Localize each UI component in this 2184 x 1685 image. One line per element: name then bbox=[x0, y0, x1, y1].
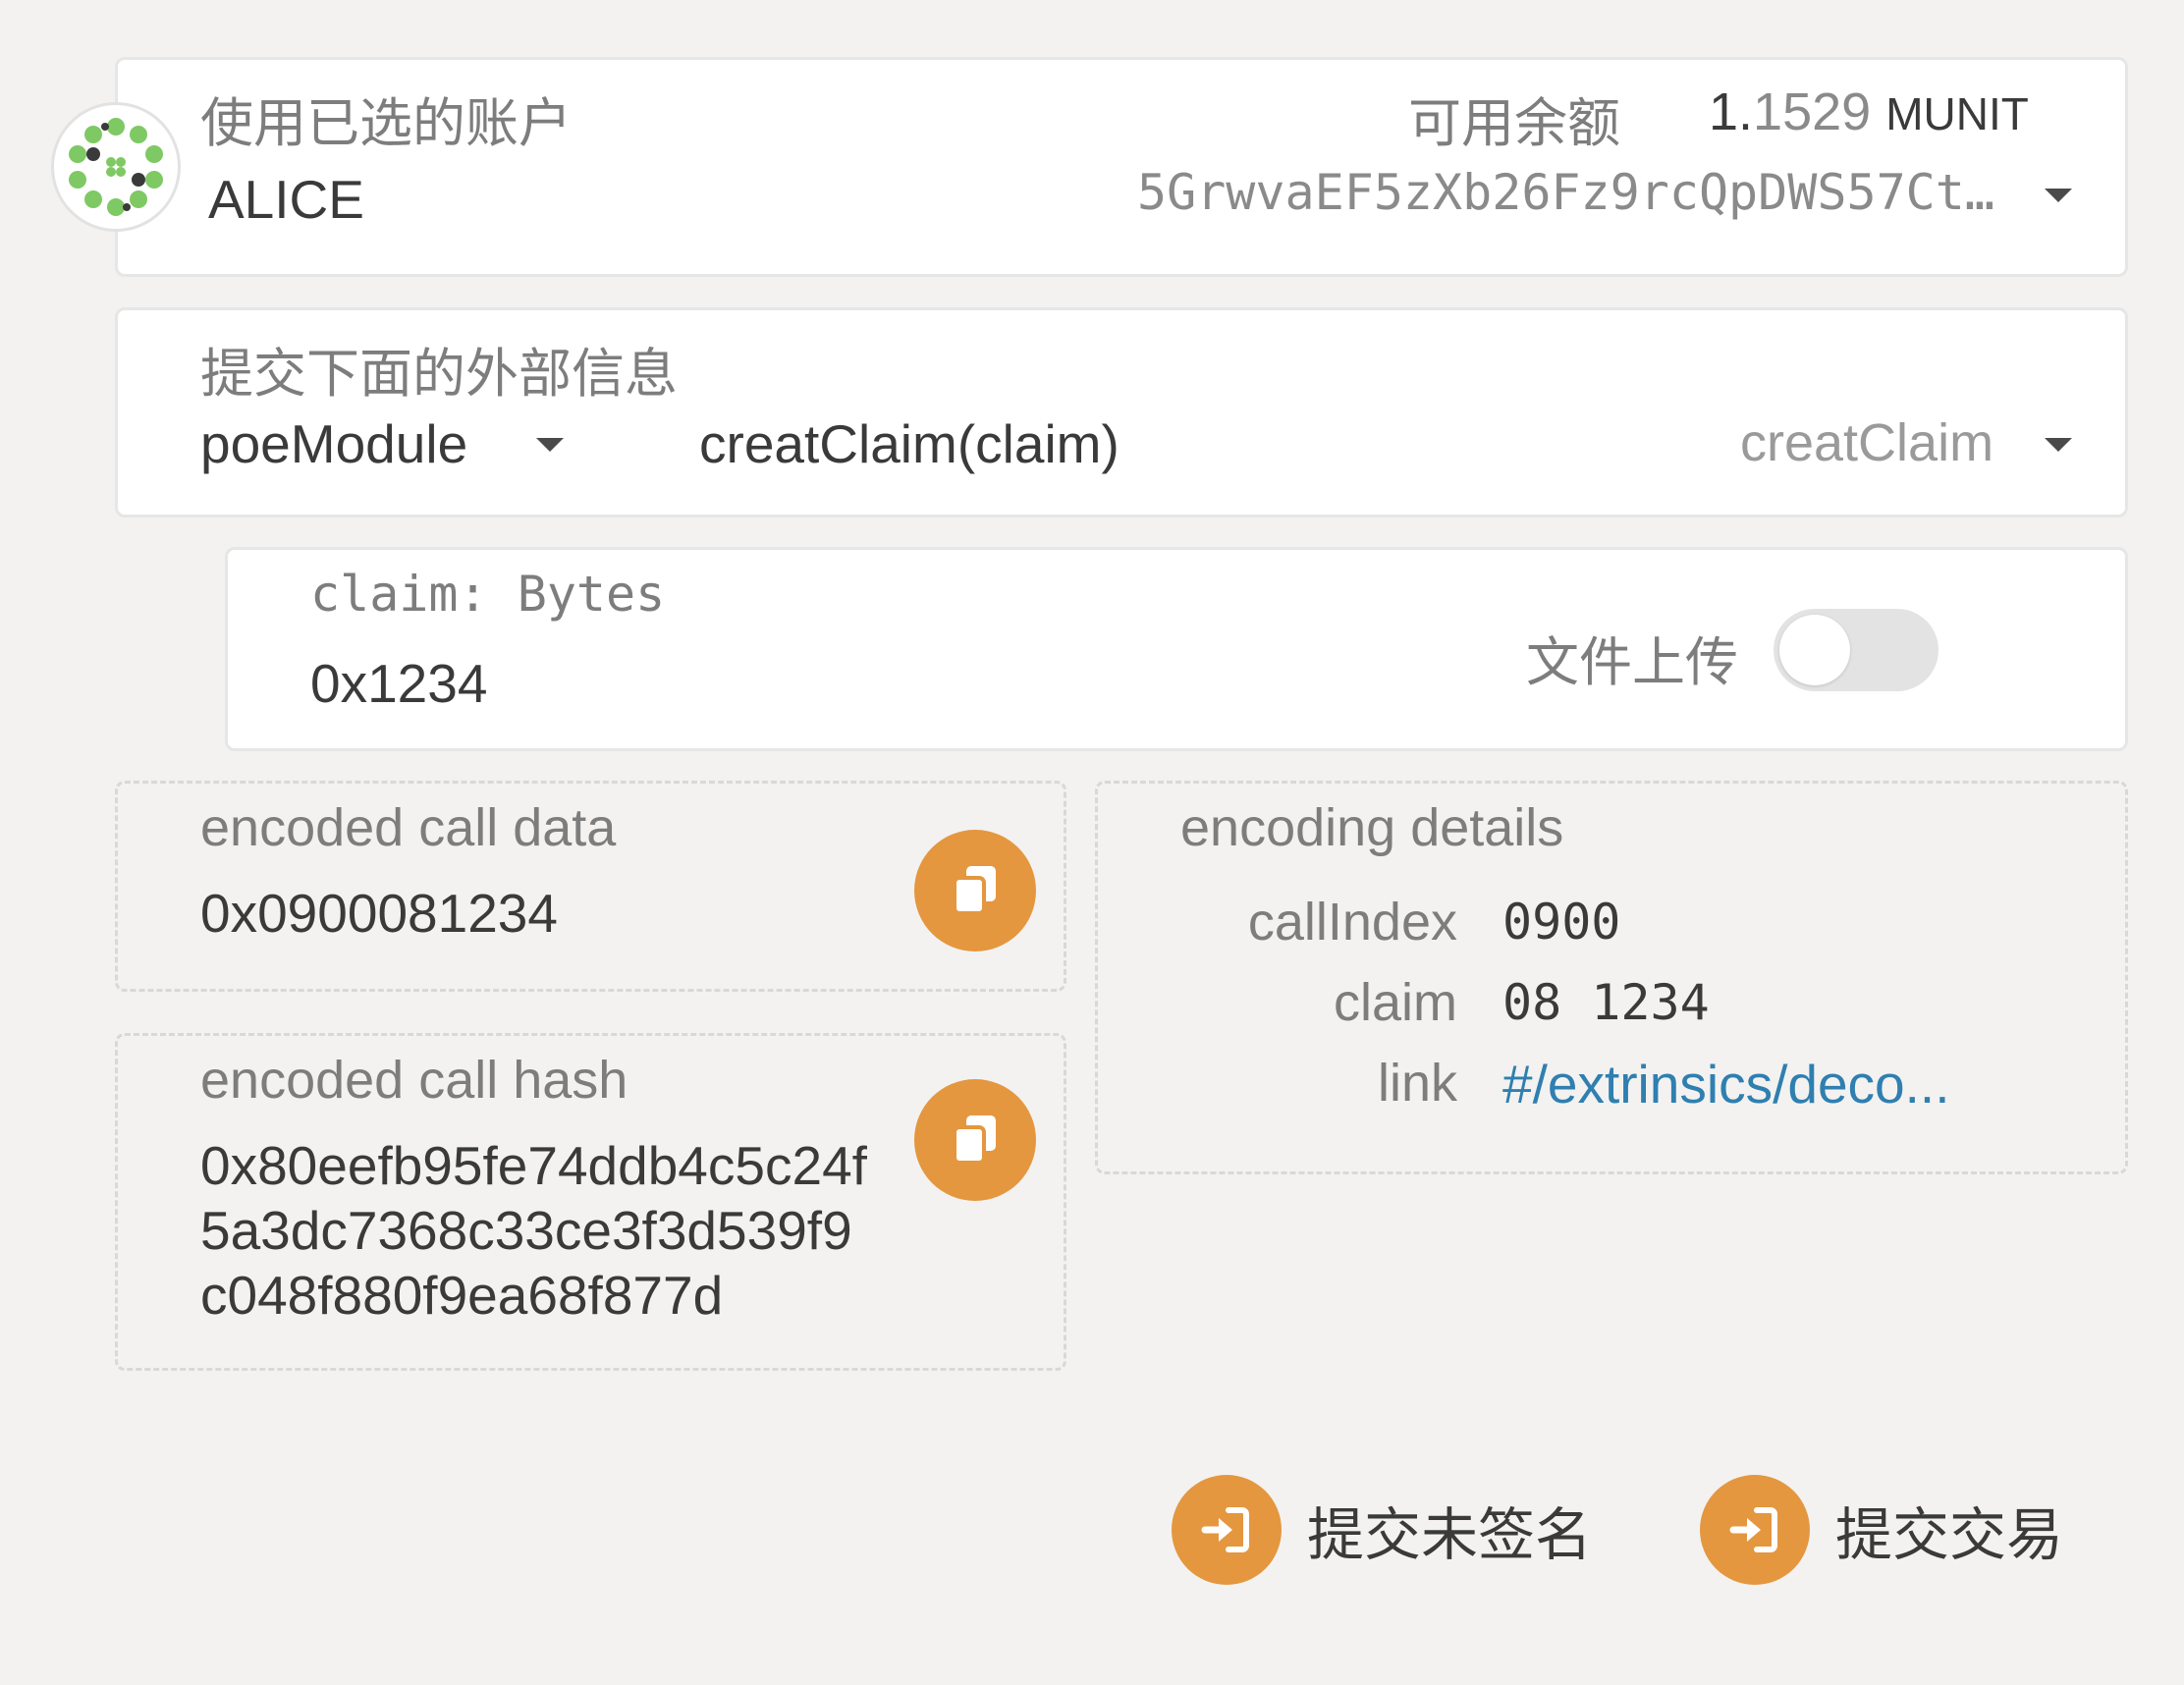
encoded-call-hash-line1: 0x80eefb95fe74ddb4c5c24f bbox=[200, 1135, 867, 1196]
encoded-call-data-value: 0x0900081234 bbox=[200, 883, 558, 944]
decode-link[interactable]: #/extrinsics/deco... bbox=[1502, 1053, 1949, 1115]
identicon-icon bbox=[69, 118, 163, 216]
submit-unsigned-button[interactable]: 提交未签名 bbox=[1172, 1475, 1592, 1585]
copy-icon bbox=[953, 1115, 996, 1165]
claim-param: claim: Bytes 0x1234 文件上传 bbox=[225, 547, 2128, 751]
encoding-details-box: encoding details callIndex 0900 claim 08… bbox=[1095, 781, 2128, 1174]
balance-dec: 1529 bbox=[1753, 82, 1872, 141]
detail-value-callindex: 0900 bbox=[1502, 894, 1621, 951]
detail-key-link: link bbox=[1377, 1054, 1457, 1113]
sign-in-icon bbox=[1172, 1475, 1282, 1585]
identicon bbox=[51, 102, 181, 232]
encoded-call-hash-line2: 5a3dc7368c33ce3f3d539f9 bbox=[200, 1200, 852, 1261]
module-caret-down-icon[interactable] bbox=[536, 438, 564, 452]
submit-transaction-label: 提交交易 bbox=[1835, 1503, 2064, 1567]
detail-value-claim: 08 1234 bbox=[1502, 974, 1710, 1031]
detail-key-callindex: callIndex bbox=[1247, 893, 1457, 951]
account-selector[interactable]: 使用已选的账户 ALICE 可用余额 1.1529 MUNIT 5GrwvaEF… bbox=[115, 57, 2128, 277]
copy-icon bbox=[953, 866, 996, 915]
balance-value: 1.1529 MUNIT bbox=[1709, 82, 2029, 142]
extrinsic-label: 提交下面的外部信息 bbox=[200, 345, 678, 404]
caret-down-icon[interactable] bbox=[2045, 189, 2072, 202]
encoded-call-hash-box: encoded call hash 0x80eefb95fe74ddb4c5c2… bbox=[115, 1033, 1066, 1371]
account-label: 使用已选的账户 bbox=[200, 94, 572, 153]
call-signature[interactable]: creatClaim(claim) bbox=[699, 412, 1119, 475]
file-upload-toggle[interactable] bbox=[1774, 609, 1938, 691]
encoding-details-label: encoding details bbox=[1180, 798, 1564, 857]
extrinsic-selector: 提交下面的外部信息 poeModule creatClaim(claim) cr… bbox=[115, 307, 2128, 517]
copy-call-data-button[interactable] bbox=[914, 830, 1036, 951]
encoded-call-hash-label: encoded call hash bbox=[200, 1051, 628, 1110]
call-caret-down-icon[interactable] bbox=[2045, 438, 2072, 452]
upload-label: 文件上传 bbox=[1526, 633, 1738, 692]
submit-unsigned-label: 提交未签名 bbox=[1307, 1503, 1593, 1567]
call-select[interactable]: creatClaim bbox=[1740, 412, 1993, 473]
account-address: 5GrwvaEF5zXb26Fz9rcQpDWS57Ct… bbox=[1137, 164, 1994, 221]
param-label: claim: Bytes bbox=[310, 566, 666, 623]
sign-in-icon bbox=[1700, 1475, 1810, 1585]
submit-transaction-button[interactable]: 提交交易 bbox=[1700, 1475, 2063, 1585]
toggle-knob bbox=[1779, 615, 1850, 685]
encoded-call-data-box: encoded call data 0x0900081234 bbox=[115, 781, 1066, 992]
encoded-call-hash-line3: c048f880f9ea68f877d bbox=[200, 1265, 724, 1326]
balance-label: 可用余额 bbox=[1408, 94, 1620, 153]
detail-key-claim: claim bbox=[1333, 973, 1457, 1032]
balance-unit: MUNIT bbox=[1885, 88, 2029, 139]
encoded-call-data-label: encoded call data bbox=[200, 798, 617, 857]
account-name: ALICE bbox=[208, 169, 364, 230]
copy-call-hash-button[interactable] bbox=[914, 1079, 1036, 1201]
balance-int: 1. bbox=[1709, 82, 1754, 141]
claim-input[interactable]: 0x1234 bbox=[310, 652, 487, 715]
module-select[interactable]: poeModule bbox=[200, 412, 467, 475]
